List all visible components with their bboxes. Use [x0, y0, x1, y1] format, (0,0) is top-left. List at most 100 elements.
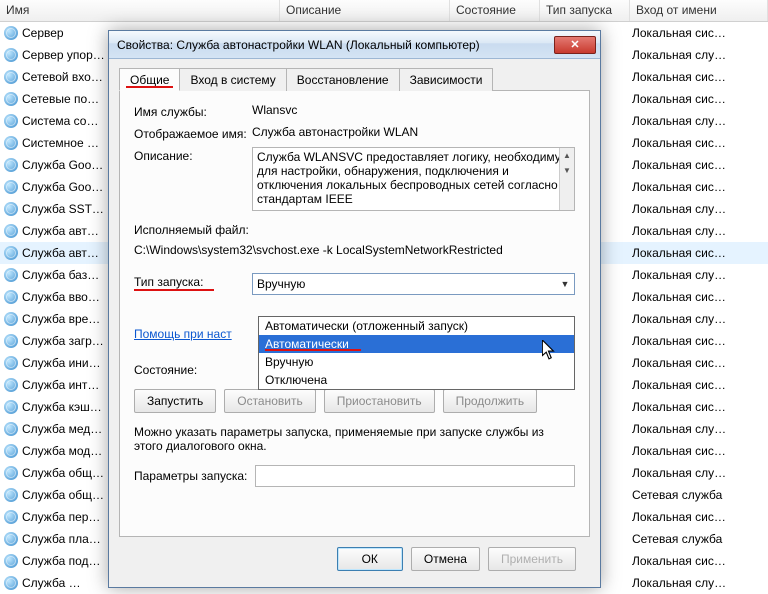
scrollbar[interactable]: ▲ ▼: [559, 148, 574, 210]
gear-icon: [4, 290, 18, 304]
gear-icon: [4, 48, 18, 62]
startup-selected: Вручную: [257, 277, 305, 291]
gear-icon: [4, 70, 18, 84]
col-start[interactable]: Тип запуска: [540, 0, 630, 21]
cancel-button[interactable]: Отмена: [411, 547, 480, 571]
chevron-down-icon[interactable]: ▼: [556, 274, 574, 294]
gear-icon: [4, 510, 18, 524]
tab-logon[interactable]: Вход в систему: [179, 68, 286, 91]
startup-combo[interactable]: Вручную ▼: [252, 273, 575, 295]
dropdown-option[interactable]: Отключена: [259, 371, 574, 389]
service-logon: Локальная слу…: [630, 268, 768, 282]
col-state[interactable]: Состояние: [450, 0, 540, 21]
gear-icon: [4, 466, 18, 480]
gear-icon: [4, 356, 18, 370]
service-logon: Локальная сис…: [630, 180, 768, 194]
service-name: Служба загр…: [22, 334, 104, 348]
col-logon[interactable]: Вход от имени: [630, 0, 768, 21]
service-logon: Локальная сис…: [630, 158, 768, 172]
dialog-title: Свойства: Служба автонастройки WLAN (Лок…: [117, 38, 554, 52]
gear-icon: [4, 202, 18, 216]
service-logon: Локальная сис…: [630, 356, 768, 370]
service-name: Сетевой вхо…: [22, 70, 103, 84]
gear-icon: [4, 400, 18, 414]
startup-dropdown[interactable]: Автоматически (отложенный запуск)Автомат…: [258, 316, 575, 390]
service-logon: Локальная сис…: [630, 400, 768, 414]
service-logon: Локальная сис…: [630, 70, 768, 84]
service-logon: Локальная сис…: [630, 246, 768, 260]
service-name: Служба Goo…: [22, 158, 103, 172]
note-text: Можно указать параметры запуска, применя…: [134, 425, 575, 453]
gear-icon: [4, 444, 18, 458]
gear-icon: [4, 136, 18, 150]
gear-icon: [4, 488, 18, 502]
service-logon: Локальная слу…: [630, 202, 768, 216]
start-button[interactable]: Запустить: [134, 389, 216, 413]
gear-icon: [4, 576, 18, 590]
dropdown-option[interactable]: Автоматически (отложенный запуск): [259, 317, 574, 335]
service-name: Служба авт…: [22, 246, 99, 260]
service-logon: Локальная сис…: [630, 26, 768, 40]
ok-button[interactable]: ОК: [337, 547, 403, 571]
tab-recovery[interactable]: Восстановление: [286, 68, 400, 91]
service-name: Сервер упор…: [22, 48, 105, 62]
service-name: Служба общ…: [22, 488, 104, 502]
gear-icon: [4, 92, 18, 106]
gear-icon: [4, 422, 18, 436]
val-svc-name: Wlansvc: [252, 103, 575, 117]
service-name: Служба мод…: [22, 444, 102, 458]
service-name: Служба под…: [22, 554, 100, 568]
stop-button: Остановить: [224, 389, 316, 413]
dropdown-option[interactable]: Автоматически: [259, 335, 574, 353]
service-name: Служба инт…: [22, 378, 99, 392]
resume-button: Продолжить: [443, 389, 538, 413]
service-logon: Сетевая служба: [630, 488, 768, 502]
description-box[interactable]: Служба WLANSVC предоставляет логику, нео…: [252, 147, 575, 211]
apply-button: Применить: [488, 547, 576, 571]
service-logon: Локальная сис…: [630, 554, 768, 568]
tab-deps[interactable]: Зависимости: [399, 68, 494, 91]
lbl-state: Состояние:: [134, 361, 252, 377]
col-desc[interactable]: Описание: [280, 0, 450, 21]
service-logon: Локальная сис…: [630, 444, 768, 458]
service-name: Сетевые по…: [22, 92, 99, 106]
service-name: Служба кэш…: [22, 400, 102, 414]
gear-icon: [4, 532, 18, 546]
gear-icon: [4, 312, 18, 326]
service-name: Служба Goo…: [22, 180, 103, 194]
scroll-up-icon[interactable]: ▲: [560, 148, 574, 163]
service-name: Служба …: [22, 576, 81, 590]
gear-icon: [4, 114, 18, 128]
titlebar[interactable]: Свойства: Служба автонастройки WLAN (Лок…: [109, 31, 600, 59]
service-name: Сервер: [22, 26, 64, 40]
service-name: Системное …: [22, 136, 99, 150]
tab-general[interactable]: Общие: [119, 68, 180, 91]
service-name: Служба пер…: [22, 510, 100, 524]
col-name[interactable]: Имя: [0, 0, 280, 21]
help-link[interactable]: Помощь при наст: [134, 327, 232, 341]
lbl-params: Параметры запуска:: [134, 469, 247, 483]
service-logon: Локальная слу…: [630, 224, 768, 238]
lbl-exe: Исполняемый файл:: [134, 223, 575, 237]
close-icon[interactable]: ✕: [554, 36, 596, 54]
service-logon: Локальная слу…: [630, 312, 768, 326]
gear-icon: [4, 334, 18, 348]
service-name: Служба вре…: [22, 312, 100, 326]
service-name: Служба авт…: [22, 224, 99, 238]
service-logon: Локальная сис…: [630, 378, 768, 392]
scroll-down-icon[interactable]: ▼: [560, 163, 574, 178]
dropdown-option[interactable]: Вручную: [259, 353, 574, 371]
service-name: Служба ини…: [22, 356, 101, 370]
params-input[interactable]: [255, 465, 575, 487]
tab-page-general: Имя службы: Wlansvc Отображаемое имя: Сл…: [119, 91, 590, 537]
service-logon: Локальная слу…: [630, 422, 768, 436]
service-logon: Локальная сис…: [630, 334, 768, 348]
gear-icon: [4, 268, 18, 282]
lbl-description: Описание:: [134, 147, 252, 163]
service-name: Служба общ…: [22, 466, 104, 480]
gear-icon: [4, 246, 18, 260]
gear-icon: [4, 180, 18, 194]
service-name: Служба мед…: [22, 422, 102, 436]
service-logon: Локальная сис…: [630, 290, 768, 304]
gear-icon: [4, 26, 18, 40]
